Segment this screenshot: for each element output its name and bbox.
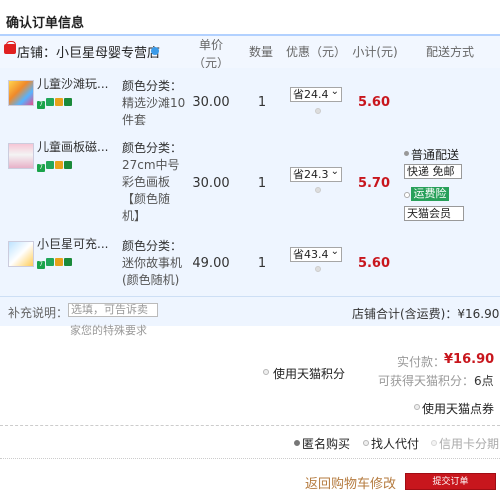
item-thumbnail[interactable] bbox=[8, 241, 34, 267]
service-icon bbox=[64, 98, 72, 106]
actual-pay-amount: ¥16.90 bbox=[444, 352, 495, 367]
spec-key: 颜色分类： bbox=[122, 79, 183, 93]
spec-key: 颜色分类： bbox=[122, 239, 183, 253]
note-input[interactable]: 选填，可告诉卖 bbox=[68, 303, 158, 317]
item-name[interactable]: 儿童沙滩玩... bbox=[37, 75, 109, 92]
spec-line: (颜色随机) bbox=[122, 273, 180, 287]
section-divider bbox=[0, 458, 500, 459]
item-quantity: 1 bbox=[257, 176, 267, 191]
spec-line: 27cm中号 bbox=[122, 158, 180, 172]
points-earn-value: 6点 bbox=[474, 374, 494, 388]
shield-icon bbox=[55, 98, 63, 106]
wangwang-icon[interactable] bbox=[151, 47, 159, 55]
express-select[interactable]: 快递 免邮 bbox=[404, 164, 462, 179]
anonymous-label[interactable]: 匿名购买 bbox=[302, 435, 350, 452]
note-placeholder-overflow: 家您的特殊要求 bbox=[70, 324, 147, 337]
header-unit-price: 单价 （元） bbox=[190, 36, 232, 72]
installment-checkbox bbox=[431, 440, 437, 446]
guarantee-icon bbox=[46, 98, 54, 106]
discount-info-icon[interactable] bbox=[315, 187, 321, 193]
spec-line: 彩色画板 bbox=[122, 175, 171, 189]
section-divider bbox=[0, 425, 500, 426]
item-spec: 颜色分类： 迷你故事机 (颜色随机) bbox=[122, 238, 188, 289]
item-thumbnail[interactable] bbox=[8, 143, 34, 169]
discount-info-icon[interactable] bbox=[315, 266, 321, 272]
submit-order-button[interactable]: 提交订单 bbox=[405, 473, 496, 490]
item-thumbnail[interactable] bbox=[8, 80, 34, 106]
insurance-label[interactable]: 运费险 bbox=[411, 187, 449, 201]
seven-day-return-icon: 7 bbox=[37, 164, 45, 172]
item-unit-price: 49.00 bbox=[192, 256, 230, 271]
item-subtotal: 5.60 bbox=[357, 95, 391, 110]
tmall-points-checkbox[interactable] bbox=[263, 369, 269, 375]
discount-select[interactable]: 省24.4 bbox=[290, 85, 342, 102]
proxy-pay-checkbox[interactable] bbox=[363, 440, 369, 446]
coupon-checkbox[interactable] bbox=[414, 404, 420, 410]
shop-total: 店铺合计(含运费)：¥16.90 bbox=[352, 307, 500, 321]
discount-select[interactable]: 省43.4 bbox=[290, 245, 342, 262]
header-subtotal: 小计(元) bbox=[352, 45, 398, 59]
proxy-pay-label[interactable]: 找人代付 bbox=[371, 435, 419, 452]
spec-line: 迷你故事机 bbox=[122, 256, 183, 270]
item-quantity: 1 bbox=[257, 95, 267, 110]
item-unit-price: 30.00 bbox=[192, 95, 230, 110]
item-spec: 颜色分类： 27cm中号 彩色画板 【颜色随 机】 bbox=[122, 140, 188, 225]
shipping-bullet bbox=[404, 151, 409, 156]
spec-line: 件套 bbox=[122, 113, 147, 127]
back-to-cart-link[interactable]: 返回购物车修改 bbox=[305, 473, 396, 492]
item-subtotal: 5.60 bbox=[357, 256, 391, 271]
service-badges: 7 bbox=[37, 255, 73, 269]
item-quantity: 1 bbox=[257, 256, 267, 271]
anonymous-checkbox[interactable] bbox=[294, 440, 300, 446]
item-unit-price: 30.00 bbox=[192, 176, 230, 191]
item-name[interactable]: 小巨星可充... bbox=[37, 235, 109, 252]
item-name[interactable]: 儿童画板磁... bbox=[37, 138, 109, 155]
spec-line: 【颜色随 bbox=[122, 192, 171, 206]
shield-icon bbox=[55, 258, 63, 266]
discount-select[interactable]: 省24.3 bbox=[290, 165, 342, 182]
item-spec: 颜色分类： 精选沙滩10 件套 bbox=[122, 78, 188, 129]
service-icon bbox=[64, 161, 72, 169]
header-unit-price-line1: 单价 bbox=[198, 38, 223, 52]
header-discount: 优惠（元） bbox=[285, 45, 346, 59]
discount-info-icon[interactable] bbox=[315, 108, 321, 114]
shop-icon bbox=[4, 41, 16, 54]
items-area bbox=[0, 68, 500, 296]
page-title: 确认订单信息 bbox=[6, 16, 85, 31]
insurance-checkbox[interactable] bbox=[404, 192, 410, 198]
insurance-select[interactable]: 天猫会员 bbox=[404, 206, 464, 221]
spec-line: 机】 bbox=[122, 209, 147, 223]
item-subtotal: 5.70 bbox=[357, 176, 391, 191]
seven-day-return-icon: 7 bbox=[37, 261, 45, 269]
coupon-label[interactable]: 使用天猫点券 bbox=[422, 400, 494, 417]
installment-label: 信用卡分期 bbox=[439, 437, 500, 451]
seven-day-return-icon: 7 bbox=[37, 101, 45, 109]
shield-icon bbox=[55, 161, 63, 169]
shipping-method-label: 普通配送 bbox=[411, 148, 460, 162]
guarantee-icon bbox=[46, 258, 54, 266]
guarantee-icon bbox=[46, 161, 54, 169]
service-icon bbox=[64, 258, 72, 266]
service-badges: 7 bbox=[37, 95, 73, 109]
actual-pay-label: 实付款： bbox=[397, 355, 446, 369]
spec-key: 颜色分类： bbox=[122, 141, 183, 155]
note-label: 补充说明： bbox=[8, 306, 69, 320]
points-earn-label: 可获得天猫积分： bbox=[378, 374, 475, 388]
tmall-points-label[interactable]: 使用天猫积分 bbox=[273, 365, 345, 382]
header-quantity: 数量 bbox=[248, 45, 273, 59]
service-badges: 7 bbox=[37, 158, 73, 172]
shop-name[interactable]: 店铺：小巨星母婴专营店 bbox=[17, 42, 160, 61]
header-shipping: 配送方式 bbox=[425, 45, 474, 59]
spec-line: 精选沙滩10 bbox=[122, 96, 186, 110]
